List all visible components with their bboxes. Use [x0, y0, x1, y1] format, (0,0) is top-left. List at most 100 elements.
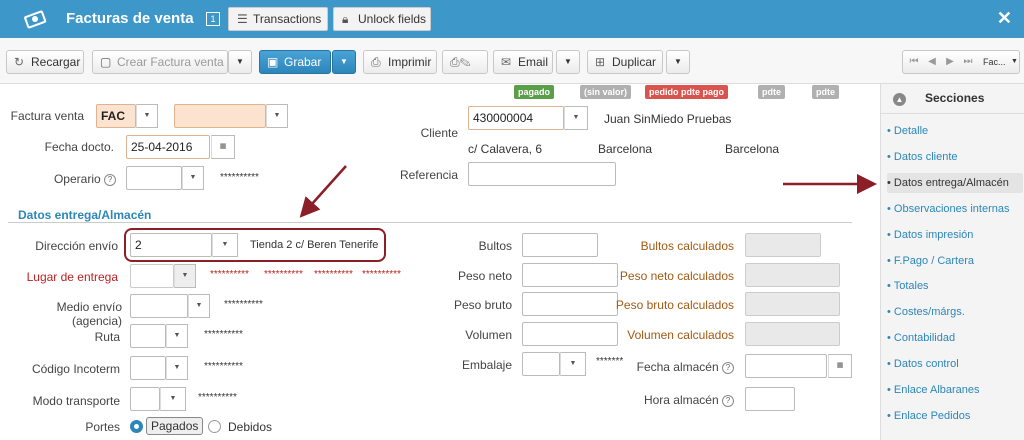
printer-edit-icon: ⎙✎: [450, 55, 471, 69]
sidebar-item-enlace-pedidos[interactable]: • Enlace Pedidos: [887, 406, 1023, 426]
print-edit-button[interactable]: ⎙✎: [442, 50, 488, 74]
email-button[interactable]: ✉ Email: [493, 50, 553, 74]
sidebar-item-detalle[interactable]: • Detalle: [887, 121, 1023, 141]
carrier-dropdown[interactable]: ▼: [188, 294, 210, 318]
sidebar-item-enlace-albaranes[interactable]: • Enlace Albaranes: [887, 380, 1023, 400]
sidebar-item-datos-cliente[interactable]: • Datos cliente: [887, 147, 1023, 167]
help-icon[interactable]: ?: [722, 361, 734, 374]
operator-dropdown[interactable]: ▼: [182, 166, 204, 190]
unlock-fields-label: Unlock fields: [358, 12, 427, 26]
delivery-place-dropdown[interactable]: ▼: [174, 264, 196, 288]
print-button[interactable]: ⎙ Imprimir: [363, 50, 437, 74]
create-dropdown-caret[interactable]: ▼: [228, 50, 252, 74]
packaging-input[interactable]: [522, 352, 560, 376]
delivery-place-input[interactable]: [130, 264, 174, 288]
gross-calc-value: [745, 292, 840, 316]
route-dropdown[interactable]: ▼: [166, 324, 188, 348]
record-navigation: ⏮ ◀ ▶ ⏭ Fac... ▼: [902, 50, 1020, 74]
packaging-dropdown[interactable]: ▼: [560, 352, 586, 376]
transactions-label: Transactions: [253, 12, 322, 26]
calendar-icon[interactable]: ▦: [828, 354, 852, 378]
last-record-icon[interactable]: ⏭: [959, 51, 977, 73]
first-record-icon[interactable]: ⏮: [905, 51, 923, 73]
transactions-button[interactable]: ☰ Transactions: [228, 7, 328, 31]
portes-paid-radio[interactable]: [130, 420, 143, 433]
reload-button[interactable]: ↻ Recargar: [6, 50, 84, 74]
client-province: Barcelona: [725, 142, 780, 156]
place-field-4: **********: [362, 269, 401, 280]
client-dropdown[interactable]: ▼: [564, 106, 588, 130]
invoice-series-dropdown[interactable]: ▼: [136, 104, 158, 128]
portes-paid-label[interactable]: Pagados: [146, 417, 204, 435]
warehouse-time-label-text: Hora almacén: [643, 393, 719, 407]
operator-input[interactable]: [126, 166, 182, 190]
transport-name: **********: [198, 392, 237, 403]
tag-label: pedido pdte pago: [649, 87, 724, 97]
duplicate-dropdown-caret[interactable]: ▼: [666, 50, 690, 74]
date-input[interactable]: 25-04-2016: [126, 135, 210, 159]
save-dropdown-caret[interactable]: ▼: [332, 50, 356, 74]
unlock-fields-button[interactable]: 🔒︎ Unlock fields: [333, 7, 431, 31]
sidebar-item-observaciones[interactable]: • Observaciones internas: [887, 199, 1023, 219]
invoice-number-input[interactable]: [174, 104, 266, 128]
email-dropdown-caret[interactable]: ▼: [556, 50, 580, 74]
packages-input[interactable]: [522, 233, 598, 257]
next-record-icon[interactable]: ▶: [941, 51, 959, 73]
transport-dropdown[interactable]: ▼: [160, 387, 186, 411]
email-label: Email: [518, 55, 549, 69]
help-icon[interactable]: ?: [104, 173, 116, 186]
invoice-series-input[interactable]: FAC: [96, 104, 136, 128]
reference-input[interactable]: [468, 162, 616, 186]
transport-input[interactable]: [130, 387, 160, 411]
sidebar-item-fpago[interactable]: • F.Pago / Cartera: [887, 251, 1023, 271]
section-divider: [8, 222, 852, 223]
invoice-number-dropdown[interactable]: ▼: [266, 104, 288, 128]
sidebar-item-totales[interactable]: • Totales: [887, 276, 1023, 296]
sidebar-header: ▲ Secciones: [881, 84, 1024, 114]
warehouse-date-label-text: Fecha almacén: [636, 360, 719, 374]
save-label: Grabar: [284, 55, 322, 69]
tag-label: pdte: [762, 87, 781, 97]
incoterm-dropdown[interactable]: ▼: [166, 356, 188, 380]
close-icon[interactable]: ✕: [997, 8, 1012, 29]
carrier-input[interactable]: [130, 294, 188, 318]
sidebar-item-datos-entrega[interactable]: • Datos entrega/Almacén: [887, 173, 1023, 193]
warehouse-time-input[interactable]: [745, 387, 795, 411]
portes-due-label[interactable]: Debidos: [228, 420, 272, 434]
place-field-2: **********: [264, 269, 303, 280]
arrow-to-address: [299, 165, 347, 218]
sections-sidebar: ▲ Secciones • Detalle • Datos cliente • …: [880, 84, 1024, 440]
place-field-3: **********: [314, 269, 353, 280]
incoterm-input[interactable]: [130, 356, 166, 380]
print-label: Imprimir: [388, 55, 432, 69]
sidebar-item-datos-control[interactable]: • Datos control: [887, 354, 1023, 374]
printer-icon: ⎙: [371, 55, 381, 69]
client-code-input[interactable]: 430000004: [468, 106, 564, 130]
portes-due-radio[interactable]: [208, 420, 221, 433]
lock-icon: 🔒︎: [342, 12, 349, 26]
create-invoice-label: Crear Factura venta: [117, 55, 224, 69]
net-weight-input[interactable]: [522, 263, 618, 287]
duplicate-button[interactable]: ⊞ Duplicar: [587, 50, 663, 74]
title-bar: Facturas de venta 1 ☰ Transactions 🔒︎ Un…: [0, 0, 1024, 38]
help-icon[interactable]: ?: [722, 394, 734, 407]
volume-calc-value: [745, 322, 840, 346]
sidebar-item-contabilidad[interactable]: • Contabilidad: [887, 328, 1023, 348]
collapse-up-icon[interactable]: ▲: [893, 93, 906, 106]
sidebar-item-datos-impresion[interactable]: • Datos impresión: [887, 225, 1023, 245]
save-button[interactable]: ▣ Grabar: [259, 50, 331, 74]
address-highlight: [124, 228, 386, 262]
route-input[interactable]: [130, 324, 166, 348]
sidebar-item-costes[interactable]: • Costes/márgs.: [887, 302, 1023, 322]
invoice-series-label: Factura venta: [10, 109, 84, 123]
record-select[interactable]: Fac...: [983, 51, 1006, 73]
create-invoice-button[interactable]: ▢ Crear Factura venta: [92, 50, 228, 74]
calendar-icon[interactable]: ▦: [211, 135, 235, 159]
warehouse-date-input[interactable]: [745, 354, 827, 378]
warehouse-time-label: Hora almacén ?: [610, 393, 734, 407]
previous-record-icon[interactable]: ◀: [923, 51, 941, 73]
volume-input[interactable]: [522, 322, 618, 346]
record-select-caret[interactable]: ▼: [1011, 51, 1018, 73]
warehouse-date-label: Fecha almacén ?: [610, 360, 734, 374]
status-tag-pending-print: pdte: [758, 85, 785, 99]
